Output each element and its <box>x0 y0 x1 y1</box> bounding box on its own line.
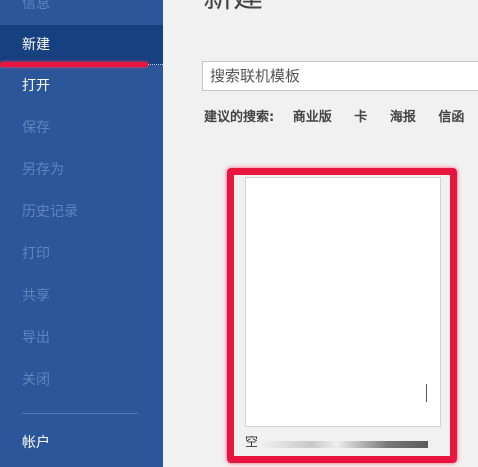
suggested-link-business[interactable]: 商业版 <box>293 106 332 125</box>
backstage-sidebar: 信息 新建 打开 保存 另存为 历史记录 打印 共享 导出 关闭 帐户 <box>0 0 163 467</box>
template-search-input[interactable]: 搜索联机模板 <box>202 61 478 91</box>
suggested-searches: 建议的搜索: 商业版 卡 海报 信函 <box>204 106 478 126</box>
nav-history[interactable]: 历史记录 <box>0 192 163 232</box>
highlight-underline <box>0 62 148 67</box>
nav-print[interactable]: 打印 <box>0 234 163 274</box>
nav-share[interactable]: 共享 <box>0 276 163 316</box>
nav-save[interactable]: 保存 <box>0 108 163 148</box>
nav-open[interactable]: 打开 <box>0 66 163 106</box>
nav-close[interactable]: 关闭 <box>0 360 163 400</box>
suggested-label: 建议的搜索: <box>204 110 275 125</box>
page-title: 新建 <box>203 0 263 16</box>
nav-new[interactable]: 新建 <box>0 25 163 65</box>
suggested-link-poster[interactable]: 海报 <box>390 106 416 125</box>
nav-divider <box>22 413 138 414</box>
nav-save-as[interactable]: 另存为 <box>0 150 163 190</box>
suggested-link-letter[interactable]: 信函 <box>438 106 464 125</box>
nav-account[interactable]: 帐户 <box>0 423 163 463</box>
nav-info[interactable]: 信息 <box>0 0 163 24</box>
suggested-link-card[interactable]: 卡 <box>354 106 367 125</box>
nav-export[interactable]: 导出 <box>0 318 163 358</box>
highlight-frame <box>227 168 457 463</box>
